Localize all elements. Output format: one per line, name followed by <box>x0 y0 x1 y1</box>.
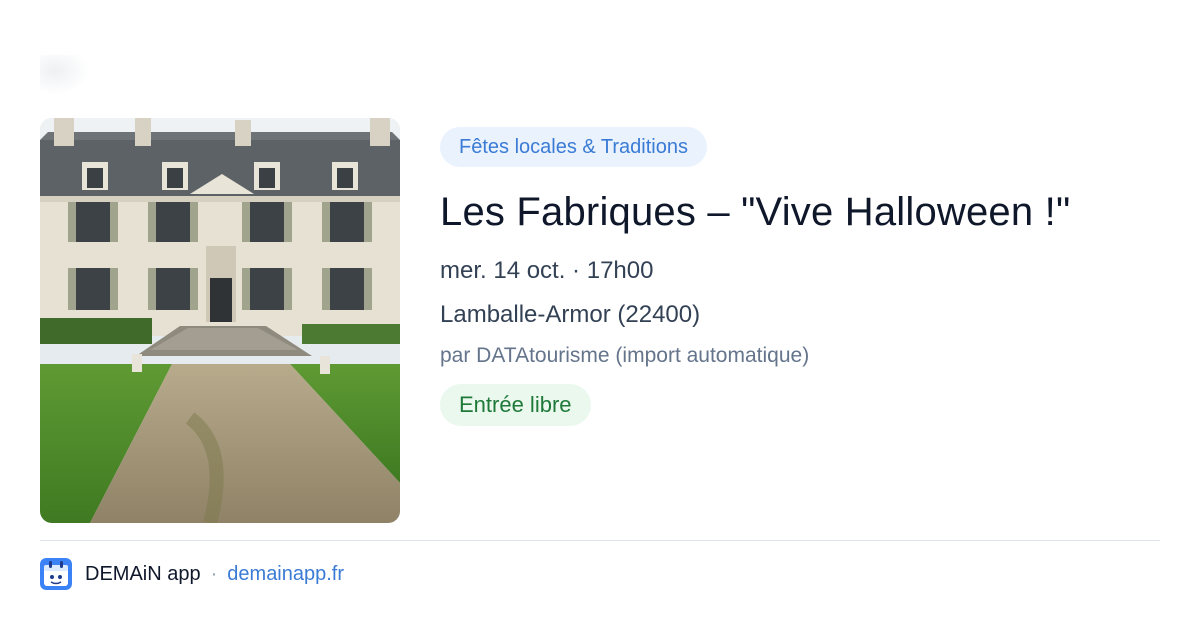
footer: DEMAiN app · demainapp.fr <box>40 558 344 590</box>
category-badge[interactable]: Fêtes locales & Traditions <box>440 127 707 167</box>
event-title[interactable]: Les Fabriques – "Vive Halloween !" <box>440 188 1170 236</box>
demain-app-logo-icon[interactable] <box>40 558 72 590</box>
decorative-smudge <box>40 55 90 95</box>
event-location: Lamballe-Armor (22400) <box>440 301 701 328</box>
event-datetime: mer. 14 oct. · 17h00 <box>440 257 654 284</box>
footer-separator: · <box>210 562 218 585</box>
event-photo[interactable] <box>40 118 400 523</box>
app-name: DEMAiN app <box>85 562 201 585</box>
app-url-link[interactable]: demainapp.fr <box>227 563 344 586</box>
event-details: Fêtes locales & Traditions Les Fabriques… <box>440 127 1170 426</box>
footer-divider <box>40 540 1160 541</box>
event-organizer: par DATAtourisme (import automatique) <box>440 344 810 367</box>
chateau-image <box>40 118 400 523</box>
price-badge: Entrée libre <box>440 384 591 426</box>
